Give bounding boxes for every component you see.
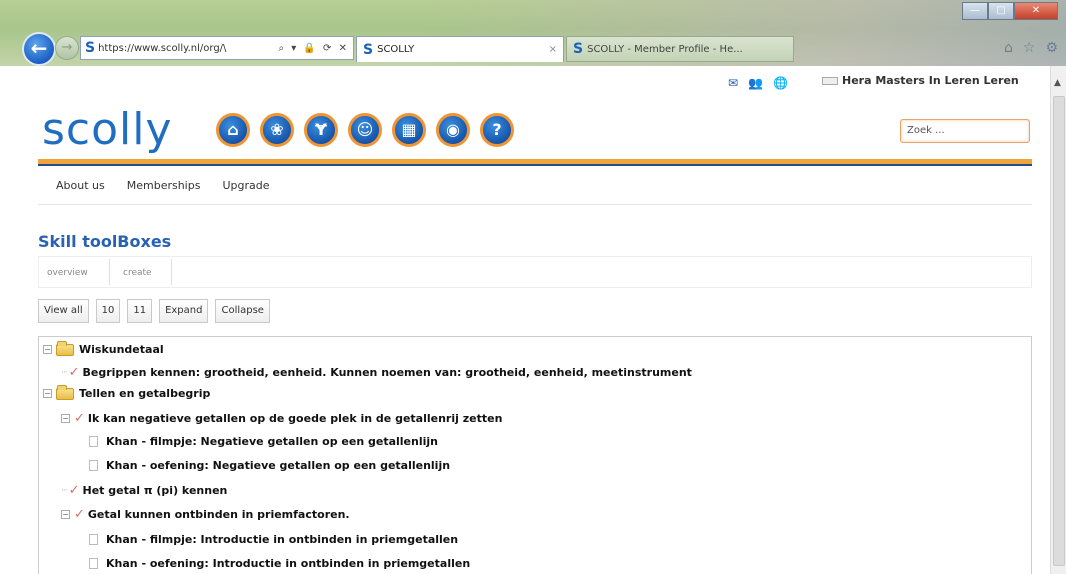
home-icon[interactable]: ⌂ — [216, 113, 250, 147]
tree-node-doc[interactable]: Khan - oefening: Introductie in ontbinde… — [89, 557, 470, 570]
tree-node-label: Khan - filmpje: Introductie in ontbinden… — [106, 533, 459, 546]
level-10-button[interactable]: 10 — [95, 299, 121, 323]
folder-icon — [56, 384, 74, 400]
expand-button[interactable]: Expand — [159, 299, 209, 323]
divider — [38, 204, 1032, 205]
search-input[interactable]: Zoek ... — [900, 119, 1030, 143]
menu-upgrade[interactable]: Upgrade — [222, 179, 269, 192]
checkmark-icon: ✓ — [68, 365, 80, 380]
main-nav-icons: ⌂ ❀ Ɏ ☺ ▦ ◉ ? — [216, 113, 514, 147]
tree-node-doc[interactable]: Khan - oefening: Negatieve getallen op e… — [89, 459, 450, 472]
document-icon — [89, 436, 98, 447]
document-icon — [89, 534, 98, 545]
tree-connector: ··· — [61, 485, 68, 496]
collapse-toggle-icon[interactable]: − — [43, 389, 52, 398]
divider — [171, 259, 172, 285]
divider — [109, 259, 110, 285]
collapse-toggle-icon[interactable]: − — [61, 510, 70, 519]
grid-icon[interactable]: ▦ — [392, 113, 426, 147]
scrollbar-thumb[interactable] — [1053, 96, 1065, 566]
tab-favicon-icon: S — [363, 41, 374, 58]
tree-node-label: Tellen en getalbegrip — [79, 387, 211, 400]
tree-node-folder[interactable]: − Tellen en getalbegrip — [43, 384, 211, 400]
tab-overview[interactable]: overview — [47, 268, 88, 278]
tab-member-profile[interactable]: S SCOLLY - Member Profile - He... — [566, 36, 794, 62]
tree-node-label: Ik kan negatieve getallen op de goede pl… — [87, 412, 503, 425]
user-name[interactable]: Hera Masters In Leren Leren — [822, 74, 1019, 87]
view-all-button[interactable]: View all — [38, 299, 89, 323]
menu-about-us[interactable]: About us — [56, 179, 105, 192]
help-icon[interactable]: ? — [480, 113, 514, 147]
group-icon[interactable]: ❀ — [260, 113, 294, 147]
checkmark-icon: ✓ — [74, 411, 85, 426]
checkmark-icon: ✓ — [74, 507, 85, 522]
level-11-button[interactable]: 11 — [127, 299, 153, 323]
address-bar[interactable]: S https://www.scolly.nl/org/\ ⌕ ▾ 🔒 ⟳ ✕ — [80, 36, 354, 60]
forward-button[interactable]: → — [55, 36, 79, 60]
users-icon[interactable]: ☺ — [348, 113, 382, 147]
tab-favicon-icon: S — [573, 41, 584, 57]
tree-node-label: Begrippen kennen: grootheid, eenheid. Ku… — [82, 366, 692, 379]
tree-icon[interactable]: Ɏ — [304, 113, 338, 147]
page-title: Skill toolBoxes — [38, 232, 172, 251]
user-name-label: Hera Masters In Leren Leren — [842, 74, 1019, 87]
tree-node-doc[interactable]: Khan - filmpje: Introductie in ontbinden… — [89, 533, 458, 546]
collapse-toggle-icon[interactable]: − — [61, 414, 70, 423]
document-icon — [89, 558, 98, 569]
web-page: ✉ 👥 🌐 Hera Masters In Leren Leren scolly… — [0, 66, 1050, 574]
collapse-button[interactable]: Collapse — [215, 299, 270, 323]
back-button[interactable]: ← — [22, 32, 56, 66]
tree-node-label: Khan - oefening: Negatieve getallen op e… — [106, 459, 451, 472]
tree-node-label: Getal kunnen ontbinden in priemfactoren. — [87, 508, 350, 521]
minimize-button[interactable]: — — [962, 2, 988, 20]
people-icon[interactable]: 👥 — [748, 76, 763, 90]
tree-node-label: Khan - oefening: Introductie in ontbinde… — [106, 557, 471, 570]
utility-icons: ✉ 👥 🌐 — [728, 76, 788, 90]
close-window-button[interactable]: ✕ — [1014, 2, 1058, 20]
folder-icon — [56, 340, 74, 356]
subtabs: overview create — [38, 256, 1032, 288]
tree-connector: ··· — [61, 367, 68, 378]
collapse-toggle-icon[interactable]: − — [43, 345, 52, 354]
user-avatar-icon — [822, 77, 838, 85]
tree-node-label: Wiskundetaal — [79, 343, 164, 356]
window-controls: — □ ✕ — [962, 2, 1058, 20]
messages-icon[interactable]: ✉ — [728, 76, 738, 90]
tree-node-folder[interactable]: − Wiskundetaal — [43, 340, 164, 356]
profile-icon[interactable]: ◉ — [436, 113, 470, 147]
address-url: https://www.scolly.nl/org/\ — [98, 42, 227, 54]
tree-node-doc[interactable]: Khan - filmpje: Negatieve getallen op ee… — [89, 435, 438, 448]
favorites-star-icon[interactable]: ☆ — [1023, 40, 1036, 56]
tab-label: SCOLLY - Member Profile - He... — [587, 43, 743, 55]
tree-node-label: Het getal π (pi) kennen — [82, 484, 228, 497]
tab-label: SCOLLY — [377, 44, 415, 55]
tree-node-skill[interactable]: − ✓ Ik kan negatieve getallen op de goed… — [61, 411, 502, 426]
tree-node-skill[interactable]: ··· ✓ Het getal π (pi) kennen — [61, 483, 227, 498]
tree-node-skill[interactable]: − ✓ Getal kunnen ontbinden in priemfacto… — [61, 507, 350, 522]
home-browser-icon[interactable]: ⌂ — [1004, 40, 1013, 56]
scolly-logo[interactable]: scolly — [42, 104, 173, 155]
page-scrollbar[interactable]: ▲ — [1050, 66, 1066, 574]
document-icon — [89, 460, 98, 471]
skill-tree: − Wiskundetaal ··· ✓ Begrippen kennen: g… — [38, 336, 1032, 574]
header-stripe-blue — [38, 164, 1032, 166]
menu-memberships[interactable]: Memberships — [127, 179, 201, 192]
browser-toolbar-right: ⌂ ☆ ⚙ — [1004, 40, 1058, 56]
address-controls[interactable]: ⌕ ▾ 🔒 ⟳ ✕ — [278, 43, 349, 54]
tab-scolly[interactable]: S SCOLLY × — [356, 36, 564, 62]
tree-toolbar: View all 10 11 Expand Collapse — [38, 299, 270, 323]
settings-gear-icon[interactable]: ⚙ — [1045, 40, 1058, 56]
tab-create[interactable]: create — [123, 268, 152, 278]
checkmark-icon: ✓ — [68, 483, 80, 498]
scroll-up-icon[interactable]: ▲ — [1054, 78, 1061, 88]
site-favicon-icon: S — [85, 40, 96, 56]
globe-icon[interactable]: 🌐 — [773, 76, 788, 90]
top-menu: About us Memberships Upgrade — [56, 179, 269, 192]
maximize-button[interactable]: □ — [988, 2, 1014, 20]
tab-close-icon[interactable]: × — [549, 44, 557, 55]
tree-node-skill[interactable]: ··· ✓ Begrippen kennen: grootheid, eenhe… — [61, 365, 692, 380]
tree-node-label: Khan - filmpje: Negatieve getallen op ee… — [106, 435, 438, 448]
